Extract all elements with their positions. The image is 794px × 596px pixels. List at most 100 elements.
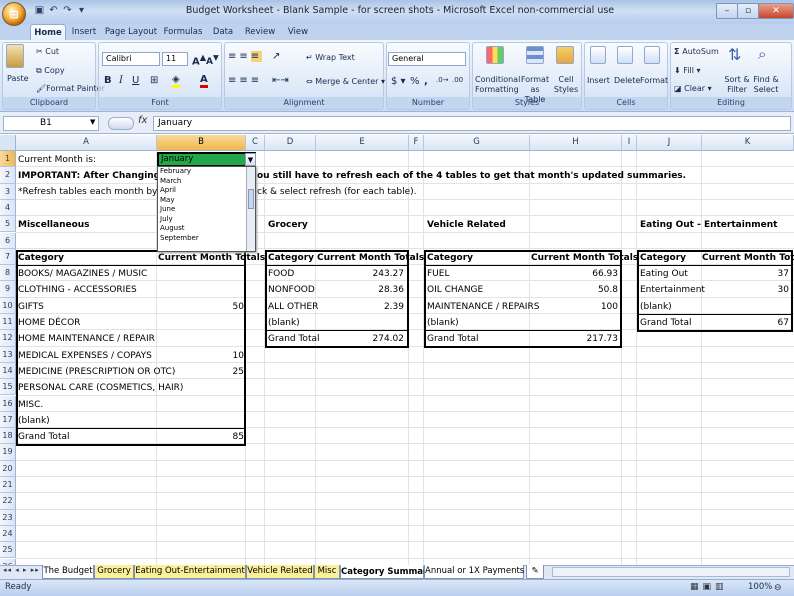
column-header-g[interactable]: G xyxy=(424,135,530,151)
row-header-6[interactable]: 6 xyxy=(0,232,16,249)
row-header-12[interactable]: 12 xyxy=(0,330,16,347)
format-as-table-icon[interactable] xyxy=(526,46,544,64)
vehicle-category-cell[interactable]: Grand Total xyxy=(427,331,479,347)
row-header-15[interactable]: 15 xyxy=(0,379,16,396)
paste-button[interactable] xyxy=(6,44,28,72)
tab-data[interactable]: Data xyxy=(210,24,236,40)
eating-title[interactable]: Eating Out - Entertainment xyxy=(640,217,777,233)
tab-view[interactable]: View xyxy=(284,24,312,40)
misc-category-cell[interactable]: GIFTS xyxy=(18,299,44,315)
row-header-23[interactable]: 23 xyxy=(0,509,16,526)
grocery-total-cell[interactable]: 274.02 xyxy=(324,331,405,347)
percent-icon[interactable]: % xyxy=(410,76,420,87)
grocery-total-cell[interactable]: 243.27 xyxy=(324,266,405,282)
misc-total-cell[interactable] xyxy=(164,413,244,429)
bold-icon[interactable]: B xyxy=(104,75,112,86)
sheet-tab-category-summary[interactable]: Category Summary xyxy=(340,565,433,579)
column-header-f[interactable]: F xyxy=(409,135,424,151)
tab-page-layout[interactable]: Page Layout xyxy=(104,24,158,40)
new-sheet-icon[interactable]: ✎ xyxy=(526,565,544,579)
close-button[interactable]: ✕ xyxy=(758,3,794,19)
fill-color-icon[interactable]: ◈ xyxy=(172,74,180,88)
format-cells-label[interactable]: Format xyxy=(640,76,668,85)
copy-button[interactable]: ⧉ Copy xyxy=(36,66,65,76)
dropdown-scroll-thumb[interactable] xyxy=(248,189,254,209)
row-header-20[interactable]: 20 xyxy=(0,460,16,477)
dropdown-item-february[interactable]: February xyxy=(158,167,255,177)
cell-styles-icon[interactable] xyxy=(556,46,574,64)
sheet-tab-eating-out[interactable]: Eating Out-Entertainment xyxy=(134,565,246,579)
tab-home[interactable]: Home xyxy=(30,24,66,40)
row-header-10[interactable]: 10 xyxy=(0,297,16,314)
vehicle-total-cell[interactable]: 50.8 xyxy=(538,282,618,298)
maximize-button[interactable]: ▫ xyxy=(737,3,759,19)
dropdown-item-april[interactable]: April xyxy=(158,186,255,196)
delete-cells-icon[interactable] xyxy=(617,46,633,64)
misc-total-cell[interactable] xyxy=(164,282,244,298)
font-size-select[interactable]: 11 xyxy=(162,52,188,66)
italic-icon[interactable]: I xyxy=(119,75,123,86)
eating-total-cell[interactable]: 67 xyxy=(709,315,789,331)
grocery-total-cell[interactable] xyxy=(324,315,404,331)
find-select-label[interactable]: Find & Select xyxy=(752,75,780,95)
row-header-14[interactable]: 14 xyxy=(0,362,16,380)
underline-icon[interactable]: U xyxy=(132,75,139,86)
font-name-select[interactable]: Calibri xyxy=(102,52,160,66)
grocery-category-cell[interactable]: NONFOOD xyxy=(268,282,315,298)
insert-cells-label[interactable]: Insert xyxy=(587,76,610,85)
zoom-level[interactable]: 100% xyxy=(748,582,772,592)
misc-hdr-category[interactable]: Category xyxy=(18,250,64,266)
sheet-tab-misc[interactable]: Misc xyxy=(314,565,340,579)
vehicle-hdr-totals[interactable]: Current Month Totals xyxy=(531,250,638,266)
dropdown-item-march[interactable]: March xyxy=(158,177,255,187)
misc-category-cell[interactable]: BOOKS/ MAGAZINES / MUSIC xyxy=(18,266,147,282)
format-as-table-label[interactable]: Format as Table xyxy=(519,75,551,105)
dropdown-item-june[interactable]: June xyxy=(158,205,255,215)
grocery-category-cell[interactable]: FOOD xyxy=(268,266,294,282)
redo-icon[interactable]: ↷ xyxy=(61,5,74,17)
row-header-4[interactable]: 4 xyxy=(0,199,16,217)
wrap-text-button[interactable]: ↵ Wrap Text xyxy=(306,53,355,62)
eating-category-cell[interactable]: Entertainment xyxy=(640,282,705,298)
misc-category-cell[interactable]: PERSONAL CARE (COSMETICS, HAIR) xyxy=(18,380,183,396)
dropdown-item-may[interactable]: May xyxy=(158,196,255,206)
save-icon[interactable]: ▣ xyxy=(33,5,46,17)
grow-font-icon[interactable]: A▲ xyxy=(192,52,206,67)
view-mode-icons[interactable]: ▦▣▥ xyxy=(690,582,728,592)
delete-cells-label[interactable]: Delete xyxy=(614,76,640,85)
orientation-icon[interactable]: ↗ xyxy=(272,51,280,62)
conditional-formatting-icon[interactable] xyxy=(486,46,504,64)
sheet-tab-grocery[interactable]: Grocery xyxy=(94,565,134,579)
undo-icon[interactable]: ↶ xyxy=(47,5,60,17)
dropdown-item-july[interactable]: July xyxy=(158,215,255,225)
cell-b1-month-select[interactable]: January xyxy=(157,152,256,167)
misc-total-cell[interactable]: 85 xyxy=(164,429,244,445)
select-all-corner[interactable] xyxy=(0,135,16,151)
comma-icon[interactable]: , xyxy=(424,76,428,87)
column-header-i[interactable]: I xyxy=(622,135,637,151)
eating-total-cell[interactable]: 30 xyxy=(709,282,789,298)
conditional-formatting-label[interactable]: Conditional Formatting xyxy=(475,75,520,95)
row-header-19[interactable]: 19 xyxy=(0,444,16,461)
currency-icon[interactable]: $ ▾ xyxy=(391,76,406,87)
find-select-icon[interactable]: ⌕ xyxy=(758,45,766,63)
vehicle-total-cell[interactable]: 66.93 xyxy=(538,266,618,282)
grocery-category-cell[interactable]: (blank) xyxy=(268,315,300,331)
column-header-a[interactable]: A xyxy=(16,135,157,151)
misc-total-cell[interactable] xyxy=(164,331,244,347)
cut-button[interactable]: ✂ Cut xyxy=(36,47,59,56)
misc-total-cell[interactable] xyxy=(164,315,244,331)
misc-total-cell[interactable] xyxy=(164,380,244,396)
vehicle-category-cell[interactable]: (blank) xyxy=(427,315,459,331)
column-header-d[interactable]: D xyxy=(265,135,316,151)
grocery-total-cell[interactable]: 28.36 xyxy=(324,282,404,298)
dropdown-item-september[interactable]: September xyxy=(158,234,255,244)
format-cells-icon[interactable] xyxy=(644,46,660,64)
font-color-icon[interactable]: A xyxy=(200,74,208,88)
grocery-hdr-totals[interactable]: Current Month Totals xyxy=(317,250,424,266)
sort-filter-icon[interactable]: ⇅ xyxy=(728,45,741,64)
grocery-title[interactable]: Grocery xyxy=(268,217,308,233)
vehicle-total-cell[interactable] xyxy=(538,315,618,331)
row-header-1[interactable]: 1 xyxy=(0,151,16,168)
row-header-3[interactable]: 3 xyxy=(0,183,16,200)
